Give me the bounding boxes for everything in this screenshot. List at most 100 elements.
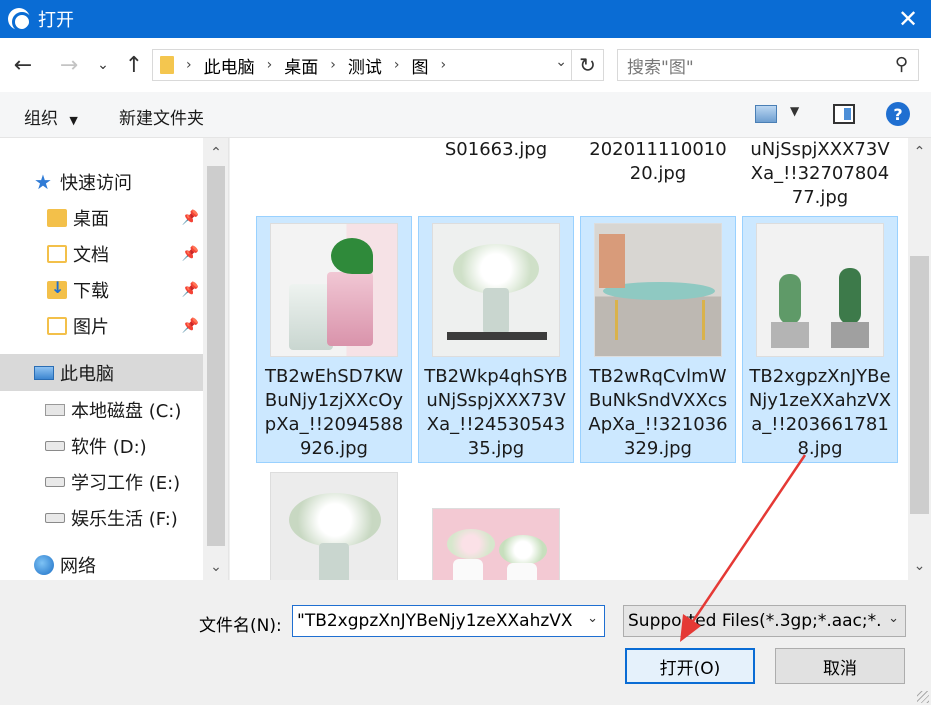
file-item[interactable]: [418, 502, 574, 580]
sidebar-item-pictures[interactable]: 图片 📌: [47, 308, 203, 344]
sidebar-item-drive-e[interactable]: 学习工作 (E:): [45, 464, 180, 500]
file-item-selected[interactable]: TB2xgpzXnJYBe Njy1zeXXahzVX a_!!20366178…: [742, 216, 898, 463]
address-dropdown-chevron-icon[interactable]: ⌄: [555, 54, 567, 70]
file-list: S01663.jpg 202011110010 20.jpg uNjSspjXX…: [230, 138, 908, 580]
file-name-line: Njy1zeXXahzVX: [748, 390, 892, 411]
sidebar-item-desktop[interactable]: 桌面 📌: [47, 200, 203, 236]
resize-grip-icon[interactable]: [917, 691, 929, 703]
dialog-footer: 文件名(N): "TB2xgpzXnJYBeNjy1zeXXahzVX ⌄ Su…: [0, 580, 931, 705]
sidebar-item-documents[interactable]: 文档 📌: [47, 236, 203, 272]
scroll-up-icon[interactable]: ⌃: [203, 140, 228, 166]
filename-value: "TB2xgpzXnJYBeNjy1zeXXahzVX: [297, 611, 573, 631]
file-name-line: Xa_!!32707804: [750, 163, 890, 184]
search-input[interactable]: 搜索"图" ⚲: [617, 49, 919, 81]
file-item[interactable]: S01663.jpg: [418, 138, 574, 162]
file-item-selected[interactable]: TB2Wkp4qhSYB uNjSspjXXX73V Xa_!!24530543…: [418, 216, 574, 463]
file-item[interactable]: uNjSspjXXX73V Xa_!!32707804 77.jpg: [742, 138, 898, 210]
sidebar-item-label: 此电脑: [60, 364, 114, 385]
view-options-chevron-icon[interactable]: ▼: [790, 104, 799, 118]
address-bar[interactable]: › 此电脑 › 桌面 › 测试 › 图 › ⌄ ↻: [152, 49, 604, 81]
file-name-line: a_!!203661781: [751, 414, 889, 435]
breadcrumb-desktop[interactable]: 桌面: [284, 53, 318, 78]
file-type-select[interactable]: Supported Files(*.3gp;*.aac;*. ⌄: [623, 605, 906, 637]
navigation-pane: ★ 快速访问 桌面 📌 文档 📌 下载 📌 图片 📌 此电脑 本地磁盘 (C:)…: [0, 138, 229, 580]
help-icon[interactable]: ?: [886, 102, 910, 126]
close-icon[interactable]: ✕: [885, 0, 931, 38]
open-button[interactable]: 打开(O): [625, 648, 755, 684]
breadcrumb-images[interactable]: 图: [411, 53, 428, 78]
up-arrow-icon[interactable]: ↑: [119, 50, 149, 80]
windows-drive-icon: [45, 404, 65, 416]
file-name-line: 926.jpg: [300, 438, 368, 459]
command-toolbar: 组织 ▼ 新建文件夹 ▼ ?: [0, 92, 931, 138]
pin-icon: 📌: [181, 210, 199, 226]
chevron-down-icon[interactable]: ⌄: [587, 611, 598, 626]
image-thumbnail: [432, 508, 560, 580]
file-name-line: TB2wEhSD7KW: [265, 366, 403, 387]
file-item[interactable]: 202011110010 20.jpg: [580, 138, 736, 186]
file-list-scrollbar[interactable]: ⌃ ⌄: [908, 138, 931, 580]
sidebar-item-label: 文档: [73, 245, 109, 266]
cancel-button[interactable]: 取消: [775, 648, 905, 684]
sidebar-item-drive-c[interactable]: 本地磁盘 (C:): [45, 392, 181, 428]
file-name-line: 329.jpg: [624, 438, 692, 459]
file-item-selected[interactable]: TB2wEhSD7KW BuNjy1zjXXcOy pXa_!!2094588 …: [256, 216, 412, 463]
breadcrumb-this-pc[interactable]: 此电脑: [204, 53, 255, 78]
preview-pane-icon[interactable]: [833, 104, 855, 124]
file-name-line: uNjSspjXXX73V: [750, 139, 890, 160]
breadcrumb: › 此电脑 › 桌面 › 测试 › 图 ›: [186, 53, 446, 78]
search-icon[interactable]: ⚲: [895, 54, 908, 75]
app-icon: [8, 8, 32, 32]
sidebar-item-this-pc[interactable]: 此电脑: [34, 355, 114, 391]
file-name-line: 8.jpg: [797, 438, 843, 459]
image-thumbnail: [756, 223, 884, 357]
filename-input[interactable]: "TB2xgpzXnJYBeNjy1zeXXahzVX ⌄: [292, 605, 605, 637]
sidebar-item-label: 网络: [60, 556, 96, 577]
chevron-down-icon[interactable]: ⌄: [888, 611, 899, 626]
back-arrow-icon[interactable]: ←: [8, 50, 38, 80]
sidebar-item-drive-f[interactable]: 娱乐生活 (F:): [45, 500, 178, 536]
pin-icon: 📌: [181, 318, 199, 334]
file-name-line: uNjSspjXXX73V: [426, 390, 566, 411]
file-name-line: BuNkSndVXXcs: [588, 390, 728, 411]
breadcrumb-separator-icon: ›: [186, 57, 192, 73]
sidebar-item-downloads[interactable]: 下载 📌: [47, 272, 203, 308]
folder-icon: [47, 209, 67, 227]
forward-arrow-icon[interactable]: →: [54, 50, 84, 80]
file-name: TB2wRqCvlmW BuNkSndVXXcs ApXa_!!321036 3…: [581, 365, 735, 461]
image-thumbnail: [270, 223, 398, 357]
file-list-scroll-thumb[interactable]: [910, 256, 929, 514]
refresh-icon[interactable]: ↻: [571, 50, 603, 80]
breadcrumb-separator-icon: ›: [393, 57, 400, 73]
image-thumbnail: [270, 472, 398, 580]
organize-menu[interactable]: 组织 ▼: [24, 104, 78, 129]
file-name-line: BuNjy1zjXXcOy: [264, 390, 404, 411]
file-name: TB2wEhSD7KW BuNjy1zjXXcOy pXa_!!2094588 …: [257, 365, 411, 461]
sidebar-scrollbar[interactable]: ⌃ ⌄: [203, 138, 228, 580]
sidebar-item-network[interactable]: 网络: [34, 547, 96, 580]
recent-locations-chevron-icon[interactable]: ⌄: [88, 50, 118, 80]
folder-icon: [160, 56, 174, 74]
breadcrumb-test[interactable]: 测试: [348, 53, 382, 78]
file-name-line: ApXa_!!321036: [588, 414, 728, 435]
file-name-line: 35.jpg: [467, 438, 525, 459]
breadcrumb-separator-icon: ›: [330, 57, 336, 73]
file-item-selected[interactable]: TB2wRqCvlmW BuNkSndVXXcs ApXa_!!321036 3…: [580, 216, 736, 463]
change-view-icon[interactable]: [755, 105, 777, 123]
sidebar-item-quick-access[interactable]: ★ 快速访问: [34, 164, 132, 200]
file-type-value: Supported Files(*.3gp;*.aac;*.: [628, 611, 882, 631]
scroll-up-icon[interactable]: ⌃: [908, 140, 931, 164]
file-name-line: Xa_!!24530543: [426, 414, 566, 435]
file-name-line: TB2Wkp4qhSYB: [424, 366, 568, 387]
file-item[interactable]: [256, 466, 412, 580]
sidebar-scroll-thumb[interactable]: [207, 166, 225, 546]
scroll-down-icon[interactable]: ⌄: [908, 554, 931, 578]
scroll-down-icon[interactable]: ⌄: [203, 554, 228, 580]
sidebar-item-drive-d[interactable]: 软件 (D:): [45, 428, 147, 464]
chevron-down-icon: ▼: [69, 114, 78, 127]
computer-icon: [34, 366, 54, 380]
pin-icon: 📌: [181, 282, 199, 298]
breadcrumb-separator-icon: ›: [440, 57, 447, 73]
file-name-line: 20.jpg: [629, 163, 687, 184]
new-folder-button[interactable]: 新建文件夹: [119, 104, 204, 129]
